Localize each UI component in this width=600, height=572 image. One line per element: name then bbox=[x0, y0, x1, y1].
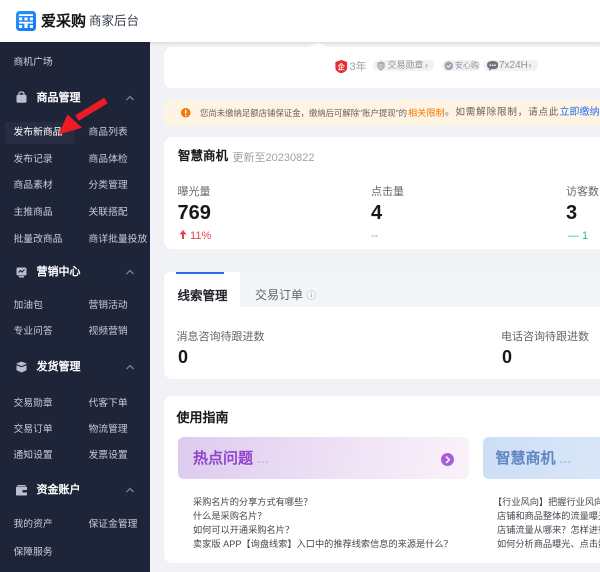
svg-text:勋: 勋 bbox=[378, 62, 384, 70]
svg-text:企: 企 bbox=[337, 62, 346, 71]
